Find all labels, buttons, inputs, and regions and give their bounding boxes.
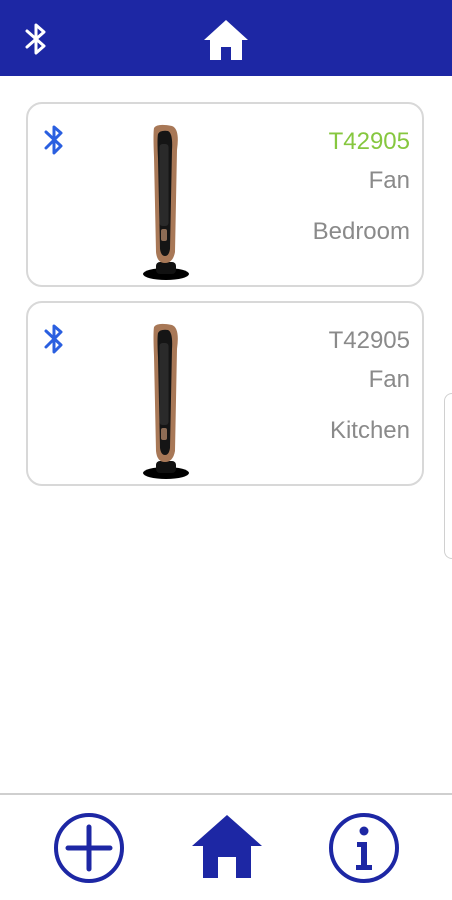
device-type: Fan (368, 167, 410, 194)
device-card[interactable]: T42905 Fan Bedroom (26, 102, 424, 287)
device-card[interactable]: T42905 Fan Kitchen (26, 301, 424, 486)
device-room: Bedroom (312, 218, 410, 245)
bluetooth-icon (44, 125, 63, 155)
info-icon[interactable] (328, 812, 400, 884)
tower-fan-icon (143, 124, 189, 280)
bluetooth-icon (44, 324, 63, 354)
bottom-divider (0, 793, 452, 795)
top-app-bar (0, 0, 452, 76)
device-type: Fan (368, 366, 410, 393)
home-icon[interactable] (188, 812, 266, 882)
home-icon[interactable] (198, 16, 254, 64)
add-icon[interactable] (53, 812, 125, 884)
device-room: Kitchen (329, 417, 410, 444)
side-drawer-handle[interactable] (444, 393, 452, 559)
device-model: T42905 (328, 128, 410, 155)
tower-fan-icon (143, 323, 189, 479)
device-model: T42905 (328, 327, 410, 354)
bluetooth-icon[interactable] (24, 21, 50, 57)
